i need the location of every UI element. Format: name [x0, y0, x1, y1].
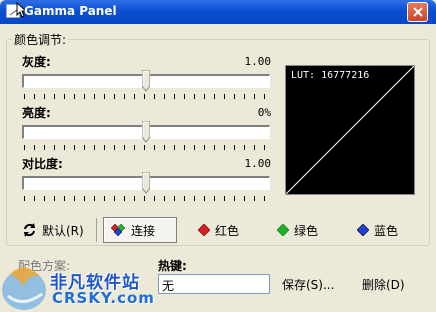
link-button[interactable]: 连接	[103, 217, 177, 243]
watermark-url: CRSKY.com	[52, 289, 155, 307]
brightness-slider[interactable]	[22, 121, 272, 153]
brightness-label: 亮度:	[22, 106, 51, 120]
slider-ticks	[24, 145, 270, 150]
contrast-value: 1.00	[244, 157, 272, 170]
gamma-curve-preview: LUT: 16777216	[285, 65, 415, 195]
blue-diamond-icon	[357, 224, 369, 236]
slider-ticks	[24, 196, 270, 201]
close-button[interactable]	[407, 2, 428, 22]
gamma-panel-window: Gamma Panel 颜色调节: 灰度: 1.00 亮度: 0% 对比度: 1…	[0, 0, 436, 312]
gray-label: 灰度:	[22, 55, 51, 69]
close-icon	[412, 7, 423, 17]
gamma-curve-line	[286, 66, 414, 194]
title-bar[interactable]: Gamma Panel	[0, 0, 436, 24]
default-button[interactable]: 默认(R)	[16, 217, 90, 243]
reset-arrows-icon	[24, 223, 35, 237]
link-label: 连接	[131, 223, 156, 238]
green-label: 绿色	[294, 223, 319, 238]
blue-label: 蓝色	[374, 223, 399, 238]
contrast-slider[interactable]	[22, 172, 272, 204]
red-label: 红色	[215, 223, 240, 238]
slider-thumb[interactable]	[142, 121, 150, 143]
slider-ticks	[24, 94, 270, 99]
gray-slider[interactable]	[22, 70, 272, 102]
brightness-value: 0%	[257, 106, 271, 119]
gray-value: 1.00	[244, 55, 272, 68]
link-channels-icon	[110, 223, 126, 237]
group-title: 颜色调节:	[12, 31, 69, 48]
lut-text: LUT: 16777216	[291, 70, 370, 81]
slider-thumb[interactable]	[142, 172, 150, 194]
window-title: Gamma Panel	[24, 4, 117, 18]
save-button[interactable]: 保存(S)...	[282, 276, 334, 293]
slider-thumb[interactable]	[142, 70, 150, 92]
red-diamond-icon	[198, 224, 210, 236]
default-label: 默认(R)	[42, 223, 84, 238]
contrast-label: 对比度:	[22, 157, 63, 171]
red-button[interactable]: 红色	[192, 217, 245, 243]
green-button[interactable]: 绿色	[271, 217, 324, 243]
green-diamond-icon	[277, 224, 289, 236]
blue-button[interactable]: 蓝色	[351, 217, 404, 243]
delete-button[interactable]: 删除(D)	[362, 276, 405, 293]
toolbar-separator	[96, 218, 97, 242]
